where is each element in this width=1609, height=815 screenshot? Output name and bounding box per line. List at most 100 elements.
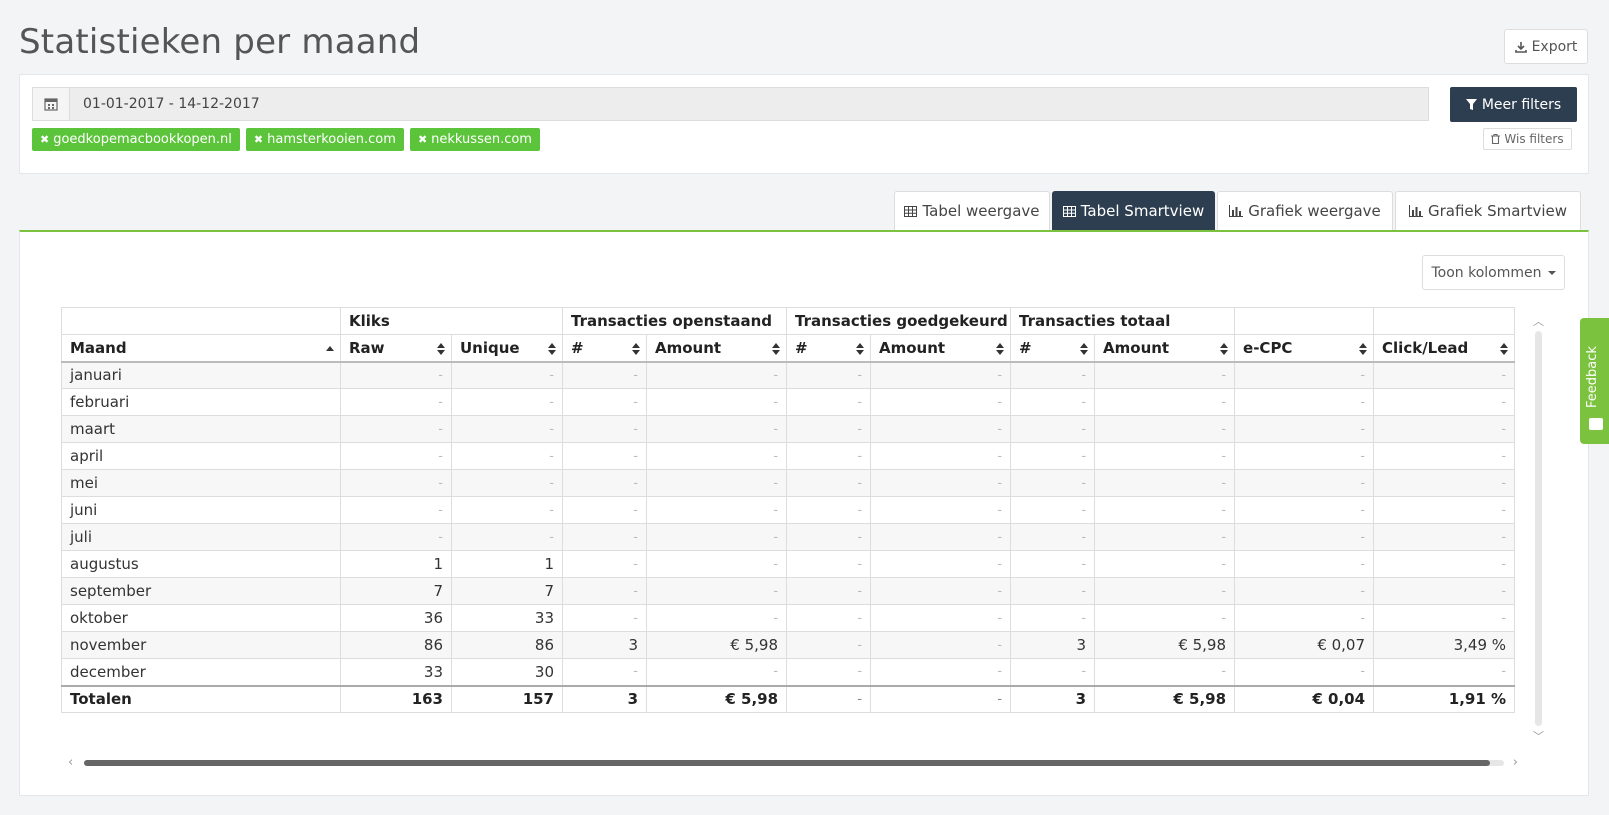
filter-icon xyxy=(1465,98,1477,110)
table-cell: - xyxy=(645,658,788,686)
group-header xyxy=(1373,307,1516,335)
vertical-scrollbar[interactable]: ︿ ﹀ xyxy=(1533,313,1544,743)
table-cell: - xyxy=(645,442,788,470)
chevron-up-icon[interactable]: ︿ xyxy=(1533,313,1544,329)
clear-filters-button[interactable]: Wis filters xyxy=(1483,128,1572,150)
table-cell: - xyxy=(1373,496,1516,524)
sort-icon xyxy=(632,343,640,355)
table-cell: - xyxy=(1094,658,1236,686)
table-cell: - xyxy=(645,577,788,605)
column-header-maand[interactable]: Maand xyxy=(61,334,341,363)
close-icon[interactable]: ✖ xyxy=(40,133,49,146)
column-header-amount[interactable]: Amount xyxy=(645,334,788,363)
table-cell: - xyxy=(645,415,788,443)
column-header-raw[interactable]: Raw xyxy=(340,334,452,363)
table-cell: 1 xyxy=(451,550,563,578)
column-header-count[interactable]: # xyxy=(786,334,872,363)
table-cell: 3 xyxy=(1010,631,1096,659)
table-cell: - xyxy=(340,523,452,551)
column-header-click-lead[interactable]: Click/Lead xyxy=(1373,334,1516,363)
filter-tag-label: hamsterkooien.com xyxy=(267,132,396,147)
table-row: juni - - - - - - - - - - xyxy=(61,496,1516,524)
table-cell: - xyxy=(1373,442,1516,470)
tab-grafiek-smartview[interactable]: Grafiek Smartview xyxy=(1395,191,1581,230)
tab-tabel-weergave[interactable]: Tabel weergave xyxy=(894,191,1050,230)
filter-tag[interactable]: ✖ goedkopemacbookkopen.nl xyxy=(32,128,240,151)
group-header: Transacties goedgekeurd xyxy=(786,307,1012,335)
table-cell: - xyxy=(786,523,872,551)
totals-cell: 163 xyxy=(340,684,452,713)
scrollbar-thumb[interactable] xyxy=(84,760,1490,766)
date-range-input[interactable]: 01-01-2017 - 14-12-2017 xyxy=(70,88,1428,120)
table-cell: - xyxy=(786,604,872,632)
tab-grafiek-weergave[interactable]: Grafiek weergave xyxy=(1217,191,1393,230)
column-header-amount[interactable]: Amount xyxy=(870,334,1012,363)
chevron-down-icon[interactable]: ﹀ xyxy=(1533,728,1544,744)
filter-tag-label: goedkopemacbookkopen.nl xyxy=(53,132,232,147)
table-cell: 33 xyxy=(340,658,452,686)
table-cell: - xyxy=(1094,361,1236,389)
table-cell: - xyxy=(1373,415,1516,443)
sort-icon xyxy=(1359,343,1368,355)
sort-icon xyxy=(437,343,445,355)
filter-tag[interactable]: ✖ hamsterkooien.com xyxy=(245,128,404,151)
month-cell: december xyxy=(61,658,341,686)
table-cell: - xyxy=(1094,388,1236,416)
bar-chart-icon xyxy=(1408,205,1423,217)
tab-tabel-smartview[interactable]: Tabel Smartview xyxy=(1052,191,1215,230)
table-row: januari - - - - - - - - - - xyxy=(61,361,1516,389)
export-button[interactable]: Export xyxy=(1504,29,1588,64)
table-row: november 86 86 3 € 5,98- -3 € 5,98 € 0,07 3,49 % xyxy=(61,631,1516,659)
column-header-count[interactable]: # xyxy=(1010,334,1096,363)
table-cell: - xyxy=(786,415,872,443)
table-cell: € 0,07 xyxy=(1234,631,1375,659)
column-header-unique[interactable]: Unique xyxy=(451,334,563,363)
table-cell: - xyxy=(562,658,647,686)
filter-tag[interactable]: ✖ nekkussen.com xyxy=(409,128,540,151)
table-cell: - xyxy=(451,388,563,416)
chevron-right-icon[interactable]: › xyxy=(1513,755,1518,770)
table-cell: - xyxy=(1010,658,1096,686)
table-cell: - xyxy=(870,550,1012,578)
month-cell: mei xyxy=(61,469,341,497)
table-cell: - xyxy=(562,577,647,605)
table-cell: - xyxy=(1010,496,1096,524)
totals-label: Totalen xyxy=(61,684,341,713)
column-header-ecpc[interactable]: e-CPC xyxy=(1234,334,1375,363)
table-row: augustus 1 1- - - - - - - - xyxy=(61,550,1516,578)
more-filters-button[interactable]: Meer filters xyxy=(1450,87,1577,122)
column-label: # xyxy=(795,338,808,357)
month-cell: april xyxy=(61,442,341,470)
column-header-amount[interactable]: Amount xyxy=(1094,334,1236,363)
show-columns-dropdown[interactable]: Toon kolommen xyxy=(1422,255,1565,290)
table-cell: - xyxy=(562,550,647,578)
close-icon[interactable]: ✖ xyxy=(254,133,263,146)
table-cell: - xyxy=(1010,604,1096,632)
table-cell: - xyxy=(1234,523,1375,551)
table-cell: - xyxy=(1373,388,1516,416)
clear-filters-label: Wis filters xyxy=(1504,132,1564,146)
table-cell: - xyxy=(562,523,647,551)
column-header-row: Maand Raw Unique # Amount # Amount # Amo… xyxy=(61,334,1516,363)
filter-panel: 01-01-2017 - 14-12-2017 Meer filters ✖ go… xyxy=(19,74,1589,174)
date-range-picker[interactable]: 01-01-2017 - 14-12-2017 xyxy=(32,87,1429,121)
chevron-left-icon[interactable]: ‹ xyxy=(68,755,73,770)
table-cell: - xyxy=(1010,361,1096,389)
feedback-tab[interactable]: Feedback xyxy=(1580,318,1609,444)
table-cell: - xyxy=(786,631,872,659)
horizontal-scrollbar[interactable]: ‹ › xyxy=(68,755,1518,770)
tab-label: Tabel weergave xyxy=(922,202,1040,220)
scrollbar-track[interactable] xyxy=(1535,331,1542,726)
totals-cell: 3 xyxy=(1010,684,1096,713)
table-cell: - xyxy=(1234,388,1375,416)
sort-icon xyxy=(1220,343,1229,355)
calendar-icon[interactable] xyxy=(33,88,70,120)
column-header-count[interactable]: # xyxy=(562,334,647,363)
table-cell: - xyxy=(1373,550,1516,578)
table-icon xyxy=(904,205,918,217)
table-cell: - xyxy=(1373,361,1516,389)
table-cell: - xyxy=(1373,469,1516,497)
more-filters-label: Meer filters xyxy=(1481,96,1562,113)
close-icon[interactable]: ✖ xyxy=(418,133,427,146)
table-cell: - xyxy=(451,469,563,497)
